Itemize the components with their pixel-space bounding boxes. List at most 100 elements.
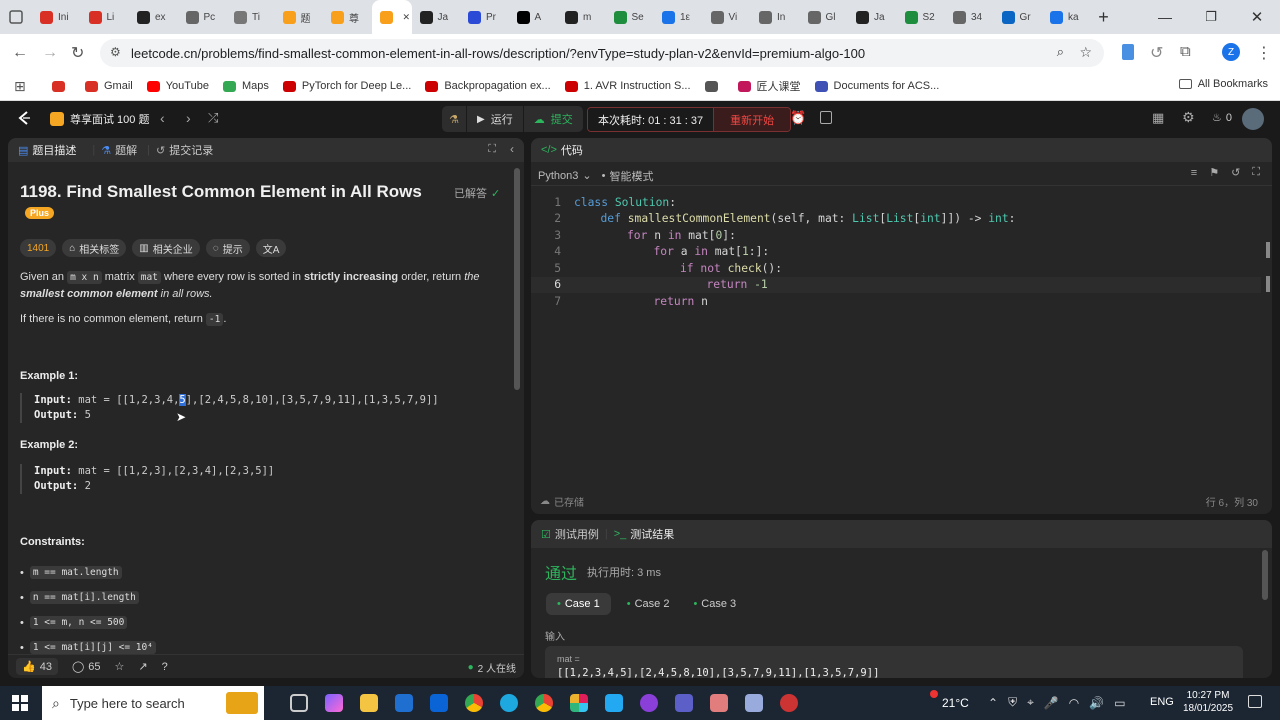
clock[interactable]: 10:27 PM 18/01/2025 <box>1183 689 1233 715</box>
bookmark-item[interactable]: Documents for ACS... <box>814 80 939 92</box>
address-bar[interactable]: ⚙ leetcode.cn/problems/find-smallest-com… <box>100 39 1104 67</box>
notifications-icon[interactable] <box>1248 695 1262 708</box>
reload-icon[interactable]: ↻ <box>71 43 84 63</box>
result-scrollbar[interactable] <box>1262 550 1268 600</box>
tab-code[interactable]: </> 代码 <box>541 142 583 158</box>
apps-icon[interactable]: ⊞ <box>0 78 42 95</box>
like-button[interactable]: 👍 43 <box>16 658 58 675</box>
volume-icon[interactable]: 🔊 <box>1089 696 1104 710</box>
collapse-icon[interactable]: ‹ <box>510 142 514 156</box>
star-icon[interactable]: ☆ <box>1079 44 1092 61</box>
browser-tab[interactable]: Gl <box>800 0 849 34</box>
browser-tab[interactable]: 题 <box>275 0 324 34</box>
browser-tab[interactable]: In <box>751 0 800 34</box>
weather-temp[interactable]: 21°C <box>942 696 969 710</box>
vscode-icon[interactable] <box>605 694 623 712</box>
submit-button[interactable]: ☁ 提交 <box>522 106 583 132</box>
layout-icon[interactable]: ▦ <box>1152 110 1164 126</box>
browser-tab[interactable]: Ja <box>848 0 897 34</box>
mic-icon[interactable]: 🎤 <box>1044 696 1059 710</box>
chevron-up-icon[interactable]: ⌃ <box>988 696 998 710</box>
wifi-icon[interactable]: ◠ <box>1069 696 1079 710</box>
taskbar-search[interactable]: ⌕ Type here to search <box>42 686 264 720</box>
comments-button[interactable]: ◯ 65 <box>72 660 101 674</box>
browser-tab[interactable]: Ini <box>32 0 81 34</box>
streak-counter[interactable]: ♨ 0 <box>1212 111 1232 125</box>
input-language[interactable]: ENG <box>1150 696 1174 708</box>
reset-icon[interactable]: ↺ <box>1231 166 1240 179</box>
case-1-tab[interactable]: • Case 1 <box>546 593 611 615</box>
tags-pill[interactable]: ⌂ 相关标签 <box>62 239 127 257</box>
browser-tab[interactable]: 34 <box>945 0 994 34</box>
forward-icon[interactable]: → <box>42 44 58 62</box>
app-icon-2[interactable] <box>745 694 763 712</box>
language-select[interactable]: Python3 ⌄ <box>538 169 592 183</box>
debug-icon[interactable]: ⚗ <box>442 106 466 132</box>
menu-icon[interactable]: ⋮ <box>1256 43 1272 63</box>
task-view-icon[interactable] <box>290 694 308 712</box>
companies-pill[interactable]: ▥ 相关企业 <box>132 239 200 257</box>
file-explorer-icon[interactable] <box>360 694 378 712</box>
teams-icon[interactable] <box>675 694 693 712</box>
browser-tab[interactable]: ✕ <box>371 0 412 34</box>
tab-description[interactable]: ▤ 题目描述 <box>18 142 76 158</box>
search-icon[interactable]: ⌕ <box>1057 44 1064 60</box>
smart-mode-toggle[interactable]: • 智能模式 <box>602 168 654 184</box>
next-problem-icon[interactable]: › <box>186 110 191 126</box>
bookmark-item[interactable]: Backpropagation ex... <box>425 80 551 92</box>
favorite-star-icon[interactable]: ☆ <box>115 660 125 673</box>
location-icon[interactable]: ⌖ <box>1027 695 1034 710</box>
browser-tab[interactable]: Gr <box>994 0 1043 34</box>
fullscreen-icon[interactable]: ⛶ <box>1252 166 1260 179</box>
bookmark-item[interactable] <box>52 80 71 92</box>
browser-tab[interactable]: Se <box>606 0 655 34</box>
tab-solutions[interactable]: ⚗ 题解 <box>101 142 137 158</box>
description-scrollbar[interactable] <box>514 166 520 646</box>
maximize-button[interactable]: ❐ <box>1188 9 1234 25</box>
store-icon[interactable] <box>395 694 413 712</box>
browser-tab[interactable]: Li <box>81 0 130 34</box>
outlook-icon[interactable] <box>430 694 448 712</box>
browser-tab[interactable]: Ja <box>412 0 461 34</box>
alarm-icon[interactable]: ⏰ <box>790 110 806 126</box>
expand-icon[interactable]: ⛶ <box>488 143 496 156</box>
settings-icon[interactable]: ⚙ <box>1182 109 1195 126</box>
copilot-icon[interactable] <box>325 694 343 712</box>
help-icon[interactable]: ? <box>162 661 168 673</box>
share-icon[interactable]: ↗ <box>138 660 147 673</box>
bookmark-icon[interactable]: ⚑ <box>1209 166 1219 179</box>
slack-icon[interactable] <box>570 694 588 712</box>
extension-icon-2[interactable]: ↺ <box>1150 43 1163 63</box>
bookmark-item[interactable]: Maps <box>222 80 269 92</box>
scrollbar-thumb[interactable] <box>514 168 520 390</box>
tab-submissions[interactable]: ↺ 提交记录 <box>156 142 213 158</box>
close-window-button[interactable]: ✕ <box>1234 8 1280 26</box>
browser-tab[interactable]: 尊 <box>323 0 372 34</box>
bookmark-item[interactable]: YouTube <box>146 80 209 92</box>
shield-icon[interactable]: ⛨ <box>1008 695 1017 710</box>
profile-avatar[interactable]: Z <box>1222 43 1240 61</box>
translate-pill[interactable]: 文A <box>255 239 287 257</box>
case-3-tab[interactable]: • Case 3 <box>685 593 744 615</box>
tab-testcase[interactable]: ☑ 测试用例 <box>541 526 599 542</box>
edge-icon[interactable] <box>500 694 518 712</box>
site-info-icon[interactable]: ⚙ <box>110 45 121 59</box>
minimize-button[interactable]: — <box>1142 9 1188 25</box>
puzzle-icon[interactable]: ⧉ <box>1180 43 1191 60</box>
browser-tab[interactable]: ka <box>1042 0 1091 34</box>
code-editor[interactable]: 1 class Solution: 2 def smallestCommonEleme… <box>531 194 1261 484</box>
browser-tab[interactable]: ex <box>129 0 178 34</box>
github-desktop-icon[interactable] <box>640 694 658 712</box>
browser-tab[interactable]: Vi <box>703 0 752 34</box>
all-bookmarks-button[interactable]: All Bookmarks <box>1178 78 1268 90</box>
bookmark-item[interactable]: 1. AVR Instruction S... <box>564 80 691 92</box>
browser-tab[interactable]: m <box>557 0 606 34</box>
browser-tab[interactable]: S2 <box>897 0 946 34</box>
bookmark-item[interactable]: PyTorch for Deep Le... <box>282 80 411 92</box>
new-tab-button[interactable]: + <box>1091 7 1117 28</box>
tab-testresult[interactable]: >_ 测试结果 <box>614 526 675 542</box>
restart-button[interactable]: 重新开始 <box>713 108 791 131</box>
bookmark-item[interactable]: Gmail <box>85 80 133 92</box>
extension-icon[interactable] <box>1122 44 1134 60</box>
chrome-icon[interactable] <box>465 694 483 712</box>
